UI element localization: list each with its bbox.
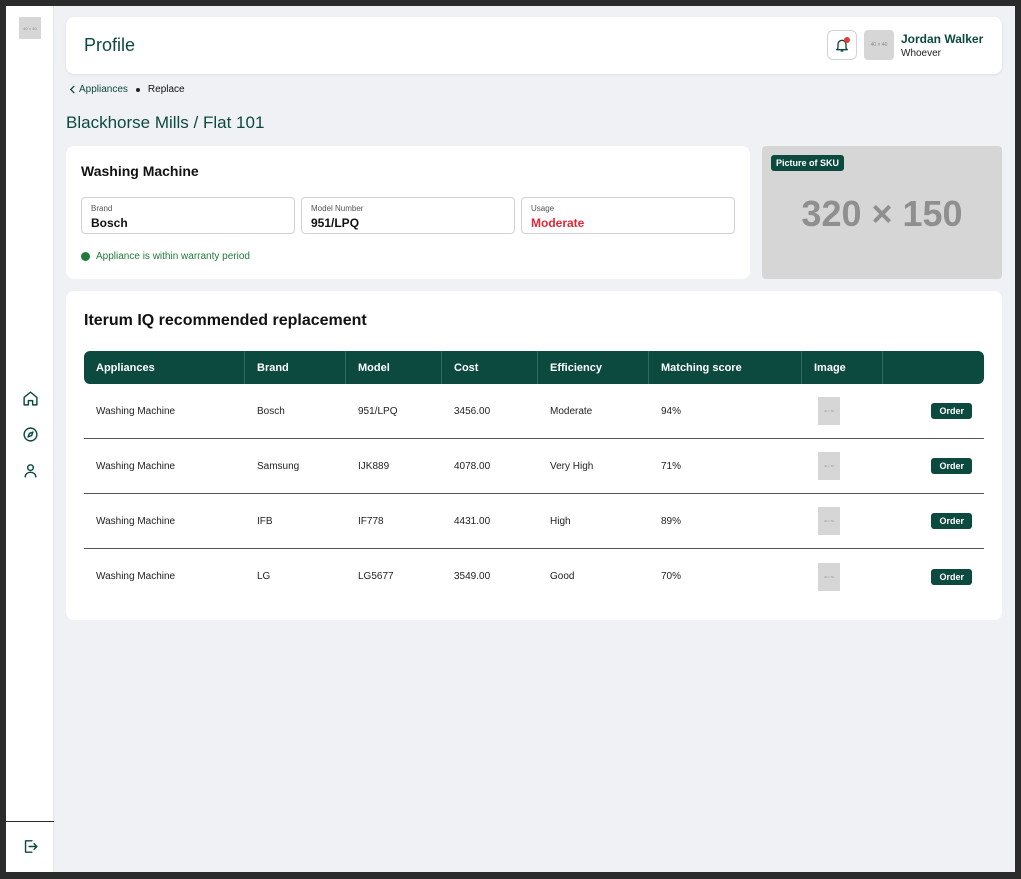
cell-appliance: Washing Machine xyxy=(96,571,176,582)
sku-placeholder-text: 320 × 150 xyxy=(801,193,963,234)
field-label: Usage xyxy=(531,204,555,213)
product-thumbnail: 40 × 56 xyxy=(818,562,840,591)
sidebar: 40 × 40 xyxy=(6,6,54,872)
cell-model: 951/LPQ xyxy=(358,405,398,417)
cell-image: 40 × 56 xyxy=(802,494,883,549)
breadcrumb-separator xyxy=(135,87,140,92)
table-row: Washing Machine IFB IF778 4431.00 High 8… xyxy=(84,494,984,549)
product-thumbnail: 40 × 56 xyxy=(818,507,840,535)
cell-action: Order xyxy=(883,549,984,604)
cell-brand: LG xyxy=(257,571,271,582)
column-header: Model xyxy=(346,351,442,384)
order-button[interactable]: Order xyxy=(931,458,972,474)
field-value: Moderate xyxy=(531,216,585,230)
notification-badge xyxy=(844,37,850,43)
table-row: Washing Machine Samsung IJK889 4078.00 V… xyxy=(84,439,984,494)
table-row: Washing Machine Bosch 951/LPQ 3456.00 Mo… xyxy=(84,384,984,439)
sidebar-divider xyxy=(6,821,54,822)
column-header: Cost xyxy=(442,351,538,384)
cell-image: 40 × 56 xyxy=(802,549,883,604)
top-header: Profile 40 × 40 Jordan Walker Whoever xyxy=(66,17,1002,74)
page-title: Profile xyxy=(84,35,136,55)
cell-action: Order xyxy=(883,439,984,494)
cell-score: 89% xyxy=(661,515,682,527)
logout-icon[interactable] xyxy=(20,836,40,856)
column-header: Brand xyxy=(245,351,346,384)
chevron-left-icon xyxy=(69,85,75,94)
sku-image: Picture of SKU 320 × 150 xyxy=(762,146,1002,279)
column-header: Image xyxy=(802,351,883,384)
cell-efficiency: Good xyxy=(550,571,575,582)
breadcrumb-current: Replace xyxy=(147,84,185,95)
warranty-status: Appliance is within warranty period xyxy=(81,251,250,262)
cell-model: LG5677 xyxy=(358,571,394,582)
sku-tag: Picture of SKU xyxy=(771,155,845,171)
column-header: Efficiency xyxy=(538,351,649,384)
cell-brand: Bosch xyxy=(257,405,285,417)
cell-model: IF778 xyxy=(358,515,384,527)
cell-efficiency: High xyxy=(550,515,571,527)
cell-appliance: Washing Machine xyxy=(96,460,176,472)
product-thumbnail: 40 × 56 xyxy=(818,452,840,480)
cell-model: IJK889 xyxy=(358,460,390,472)
warranty-text: Appliance is within warranty period xyxy=(96,251,250,262)
breadcrumb-parent: Appliances xyxy=(79,84,128,95)
cell-image: 40 × 56 xyxy=(802,439,883,494)
app-window: 40 × 40 Profile 40 × 40 Jordan Walker Wh… xyxy=(6,6,1015,872)
cell-cost: 4078.00 xyxy=(454,460,491,472)
cell-cost: 4431.00 xyxy=(454,515,491,527)
field-label: Model Number xyxy=(311,204,364,213)
column-header: Matching score xyxy=(649,351,802,384)
appliance-card: Washing Machine Brand Bosch Model Number… xyxy=(66,146,750,279)
compass-icon[interactable] xyxy=(20,424,40,444)
order-button[interactable]: Order xyxy=(931,513,972,529)
cell-score: 71% xyxy=(661,460,682,472)
usage-field[interactable]: Usage Moderate xyxy=(521,197,735,234)
appliance-name: Washing Machine xyxy=(81,163,199,179)
cell-appliance: Washing Machine xyxy=(96,515,176,527)
cell-action: Order xyxy=(883,384,984,439)
model-number-field[interactable]: Model Number 951/LPQ xyxy=(301,197,515,234)
cell-cost: 3456.00 xyxy=(454,405,491,417)
table-header: Appliances Brand Model Cost Efficiency M… xyxy=(84,351,984,384)
user-icon[interactable] xyxy=(20,460,40,480)
notifications-button[interactable] xyxy=(827,30,857,60)
breadcrumb-appliances-link[interactable]: Appliances xyxy=(69,84,128,95)
field-value: Bosch xyxy=(91,216,128,230)
recommendation-title: Iterum IQ recommended replacement xyxy=(84,312,367,329)
cell-image: 40 × 56 xyxy=(802,384,883,439)
cell-score: 70% xyxy=(661,571,682,582)
field-value: 951/LPQ xyxy=(311,216,360,230)
recommendation-table: Appliances Brand Model Cost Efficiency M… xyxy=(84,351,984,604)
cell-action: Order xyxy=(883,494,984,549)
status-dot xyxy=(81,252,90,261)
column-header: Appliances xyxy=(84,351,245,384)
cell-cost: 3549.00 xyxy=(454,571,491,582)
product-thumbnail: 40 × 56 xyxy=(818,397,840,425)
user-name: Jordan Walker xyxy=(901,32,984,46)
property-title: Blackhorse Mills / Flat 101 xyxy=(66,113,265,132)
cell-efficiency: Moderate xyxy=(550,405,593,417)
brand-field[interactable]: Brand Bosch xyxy=(81,197,295,234)
column-header xyxy=(883,351,984,384)
avatar[interactable]: 40 × 40 xyxy=(864,30,894,60)
table-row: Washing Machine LG LG5677 3549.00 Good 7… xyxy=(84,549,984,604)
cell-brand: IFB xyxy=(257,515,273,527)
cell-efficiency: Very High xyxy=(550,460,594,472)
cell-appliance: Washing Machine xyxy=(96,405,176,417)
home-icon[interactable] xyxy=(20,388,40,408)
cell-score: 94% xyxy=(661,405,682,417)
user-role: Whoever xyxy=(901,48,942,59)
order-button[interactable]: Order xyxy=(931,403,972,419)
logo: 40 × 40 xyxy=(19,17,41,39)
cell-brand: Samsung xyxy=(257,460,300,472)
field-label: Brand xyxy=(91,204,113,213)
recommendation-card: Iterum IQ recommended replacement Applia… xyxy=(66,291,1002,620)
order-button[interactable]: Order xyxy=(931,568,972,585)
breadcrumb: Appliances Replace xyxy=(69,84,185,95)
